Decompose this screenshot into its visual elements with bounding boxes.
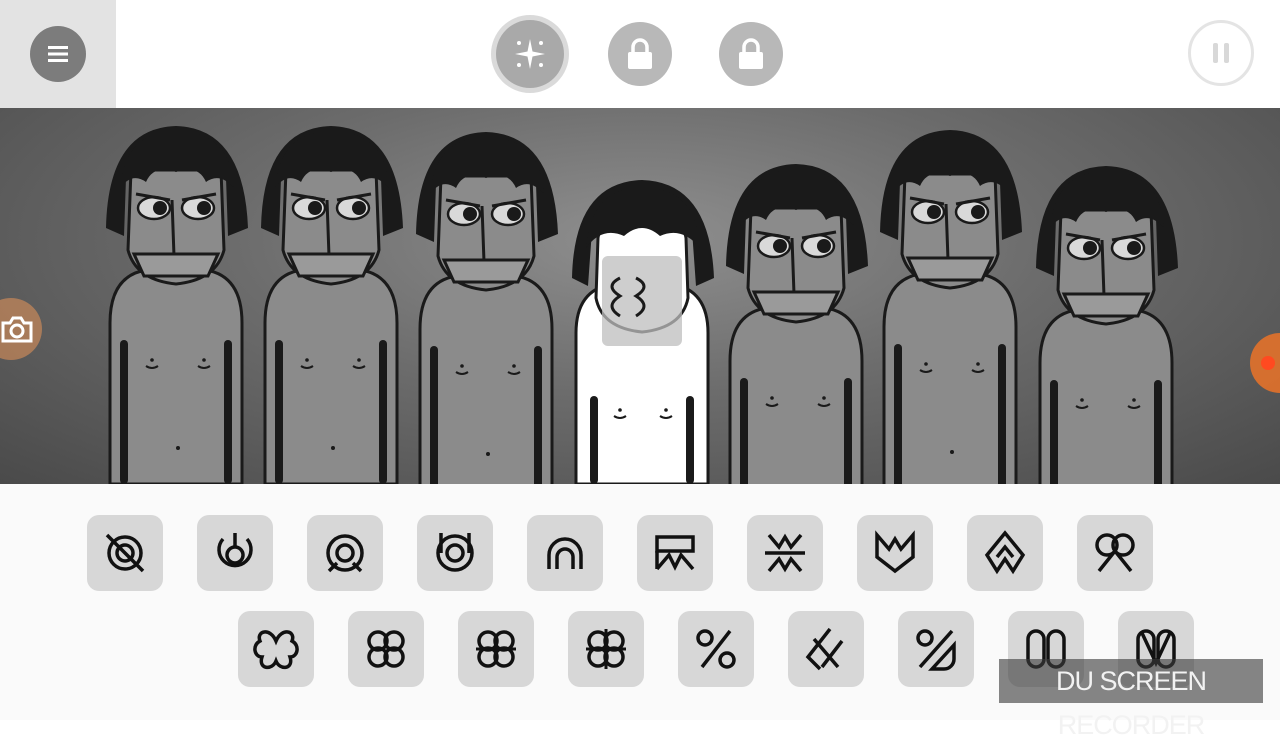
pause-icon xyxy=(1213,43,1229,63)
effect-sound-5-icon xyxy=(1095,533,1135,573)
pause-button[interactable] xyxy=(1188,20,1254,86)
voice-sound-1-icon xyxy=(696,629,736,669)
melody-sound-4-button[interactable] xyxy=(568,611,644,687)
melody-sound-4-icon xyxy=(586,629,626,669)
bonus-lock-button-2[interactable] xyxy=(719,22,783,86)
record-button[interactable] xyxy=(1250,333,1280,393)
character-5[interactable] xyxy=(724,162,870,484)
character-stage xyxy=(0,108,1280,484)
effect-sound-5-button[interactable] xyxy=(1077,515,1153,591)
voice-sound-2-button[interactable] xyxy=(788,611,864,687)
character-1[interactable] xyxy=(104,124,250,484)
effect-sound-2-icon xyxy=(765,533,805,573)
beat-sound-2-button[interactable] xyxy=(197,515,273,591)
character-4-empty[interactable] xyxy=(570,178,716,484)
voice-sound-1-button[interactable] xyxy=(678,611,754,687)
melody-sound-2-button[interactable] xyxy=(348,611,424,687)
effects-button[interactable] xyxy=(496,20,564,88)
voice-sound-3-icon xyxy=(916,629,956,671)
lock-icon xyxy=(739,38,763,69)
effect-sound-3-icon xyxy=(875,530,915,574)
record-icon xyxy=(1261,356,1275,370)
screen-recorder-watermark: DU SCREEN RECORDER xyxy=(999,659,1263,740)
beat-sound-1-button[interactable] xyxy=(87,515,163,591)
menu-panel xyxy=(0,0,116,108)
camera-icon xyxy=(1,316,33,343)
character-6[interactable] xyxy=(878,128,1024,484)
sparkle-icon xyxy=(515,39,545,69)
beat-sound-3-icon xyxy=(326,534,364,573)
beat-sound-4-icon xyxy=(436,533,474,572)
melody-sound-3-button[interactable] xyxy=(458,611,534,687)
voice-sound-2-icon xyxy=(805,627,844,671)
character-3[interactable] xyxy=(414,130,560,484)
menu-button[interactable] xyxy=(30,26,86,82)
character-7[interactable] xyxy=(1034,164,1180,484)
beat-sound-5-button[interactable] xyxy=(527,515,603,591)
effect-sound-1-button[interactable] xyxy=(637,515,713,591)
melody-sound-1-icon xyxy=(253,630,299,670)
melody-sound-2-icon xyxy=(367,630,405,668)
beat-sound-4-button[interactable] xyxy=(417,515,493,591)
beat-sound-3-button[interactable] xyxy=(307,515,383,591)
hamburger-menu-icon xyxy=(48,46,68,62)
effect-sound-3-button[interactable] xyxy=(857,515,933,591)
effect-sound-1-icon xyxy=(655,535,695,571)
characters-layer xyxy=(104,124,1180,484)
beat-sound-1-icon xyxy=(105,533,145,573)
effect-sound-2-button[interactable] xyxy=(747,515,823,591)
effect-sound-4-icon xyxy=(984,530,1026,575)
beat-sound-2-icon xyxy=(217,533,253,568)
lock-icon xyxy=(628,38,652,69)
beat-sound-5-icon xyxy=(547,537,583,569)
melody-sound-3-icon xyxy=(476,630,516,668)
effect-sound-4-button[interactable] xyxy=(967,515,1043,591)
melody-sound-1-button[interactable] xyxy=(238,611,314,687)
bonus-lock-button-1[interactable] xyxy=(608,22,672,86)
character-2[interactable] xyxy=(259,124,405,484)
voice-sound-3-button[interactable] xyxy=(898,611,974,687)
